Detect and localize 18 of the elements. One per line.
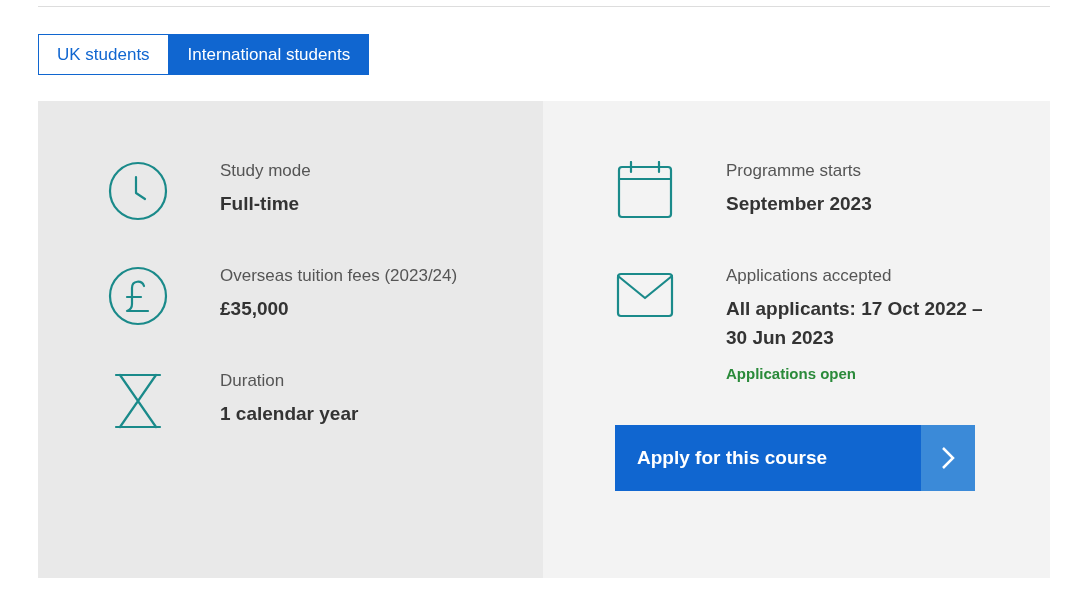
detail-label: Study mode	[220, 160, 312, 182]
status-text: Applications open	[726, 365, 857, 382]
apply-button[interactable]: Apply for this course	[615, 425, 975, 491]
detail-label: Applications accepted	[726, 265, 893, 287]
detail-label: Duration	[220, 370, 286, 392]
chevron-right-icon	[941, 446, 955, 470]
detail-label: Overseas tuition fees (2023/24)	[220, 265, 459, 287]
pound-icon	[108, 266, 168, 326]
tab[interactable]: UK students	[38, 34, 169, 75]
tab[interactable]: International students	[168, 34, 370, 75]
detail-value: £35,000	[220, 297, 290, 321]
detail-label: Programme starts	[726, 160, 863, 182]
calendar-icon	[615, 161, 675, 221]
detail-value: September 2023	[726, 192, 873, 216]
clock-icon	[108, 161, 168, 221]
detail-value: Full-time	[220, 192, 301, 216]
detail-value: All applicants: 17 Oct 2022 – 30 Jun 2023	[726, 297, 984, 350]
detail-value: 1 calendar year	[220, 402, 360, 426]
